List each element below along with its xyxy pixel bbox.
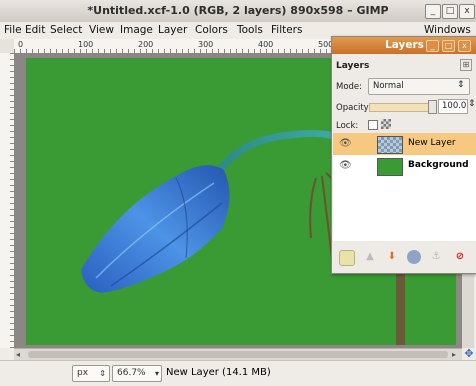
ruler-label: 0 [18,40,24,49]
duplicate-layer-icon[interactable] [407,250,421,264]
chevron-down-icon: ▾ [154,369,159,378]
ruler-corner[interactable] [0,39,15,54]
lock-alpha-checkbox[interactable] [368,120,378,130]
unit-selector[interactable]: px ⇕ [72,365,110,382]
mode-value: Normal [373,81,404,91]
opacity-slider[interactable] [369,103,429,112]
vertical-ruler[interactable] [0,53,15,348]
opacity-slider-handle[interactable] [428,100,437,114]
scroll-right-icon[interactable]: ▸ [452,350,461,359]
layer-name: Background [408,160,469,170]
new-layer-icon[interactable] [339,250,355,266]
menu-tools[interactable]: Tools [237,24,263,36]
window-titlebar[interactable]: *Untitled.xcf-1.0 (RGB, 2 layers) 890x59… [0,0,476,23]
menu-filters[interactable]: Filters [271,24,302,36]
mode-dropdown[interactable]: Normal ⇕ [368,78,470,95]
menu-layer[interactable]: Layer [158,24,187,36]
zoom-value: 66.7% [117,368,146,378]
navigate-icon[interactable]: ✥ [463,348,475,360]
horizontal-scroll-thumb[interactable] [28,351,448,358]
ruler-label: 100 [78,40,94,49]
checkerboard-icon [381,119,391,129]
raise-layer-icon[interactable]: ▲ [363,250,377,264]
menu-colors[interactable]: Colors [195,24,228,36]
unit-value: px [77,368,89,378]
status-bar: px ⇕ 66.7% ▾ New Layer (14.1 MB) [0,360,476,386]
layers-toolbar: ▲ ⬇ ⚓ ⊘ [333,245,476,271]
zoom-selector[interactable]: 66.7% ▾ [112,365,162,382]
blue-flower-bud [81,165,230,293]
layer-thumbnail [377,158,403,176]
menu-edit[interactable]: Edit [25,24,45,36]
eye-icon[interactable]: 👁 [339,160,352,171]
opacity-input[interactable]: 100.0 [438,99,468,114]
layer-thumbnail [377,136,403,154]
dock-titlebar[interactable]: Layers _ □ x [332,37,476,54]
maximize-button[interactable]: □ [442,4,458,19]
layers-list[interactable]: 👁 New Layer 👁 Background [333,133,476,241]
opacity-label: Opacity: [336,103,371,113]
ruler-label: 300 [198,40,214,49]
layers-dock-window[interactable]: Layers _ □ x Layers ⊞ Mode: Normal ⇕ Opa… [331,36,476,274]
menu-image[interactable]: Image [120,24,153,36]
status-message: New Layer (14.1 MB) [166,367,271,378]
spin-arrows-icon: ⇕ [457,80,465,90]
dock-minimize-button[interactable]: _ [426,40,439,52]
window-title: *Untitled.xcf-1.0 (RGB, 2 layers) 890x59… [87,4,389,17]
lower-layer-icon[interactable]: ⬇ [385,250,399,264]
spin-arrows-icon[interactable]: ⇕ [468,99,476,109]
anchor-layer-icon[interactable]: ⚓ [429,250,443,264]
layer-row-new-layer[interactable]: 👁 New Layer [333,133,476,155]
scroll-left-icon[interactable]: ◂ [16,350,25,359]
ruler-label: 200 [138,40,154,49]
menu-view[interactable]: View [89,24,114,36]
eye-icon[interactable]: 👁 [339,138,352,149]
minimize-button[interactable]: _ [425,4,441,19]
mode-label: Mode: [336,82,363,92]
flower-stem [212,129,340,180]
dock-close-button[interactable]: x [458,40,471,52]
menu-select[interactable]: Select [50,24,82,36]
menu-windows[interactable]: Windows [424,24,471,36]
spin-arrows-icon: ⇕ [99,369,106,378]
opacity-value: 100.0 [442,101,467,111]
dock-maximize-button[interactable]: □ [442,40,455,52]
layer-name: New Layer [408,138,456,148]
tab-menu-icon[interactable]: ⊞ [460,59,472,71]
layer-row-background[interactable]: 👁 Background [333,155,476,177]
lock-label: Lock: [336,121,359,131]
delete-layer-icon[interactable]: ⊘ [453,250,467,264]
close-button[interactable]: x [459,4,475,19]
ruler-label: 400 [258,40,274,49]
menu-file[interactable]: File [4,24,22,36]
layers-tab-label[interactable]: Layers [336,61,369,71]
